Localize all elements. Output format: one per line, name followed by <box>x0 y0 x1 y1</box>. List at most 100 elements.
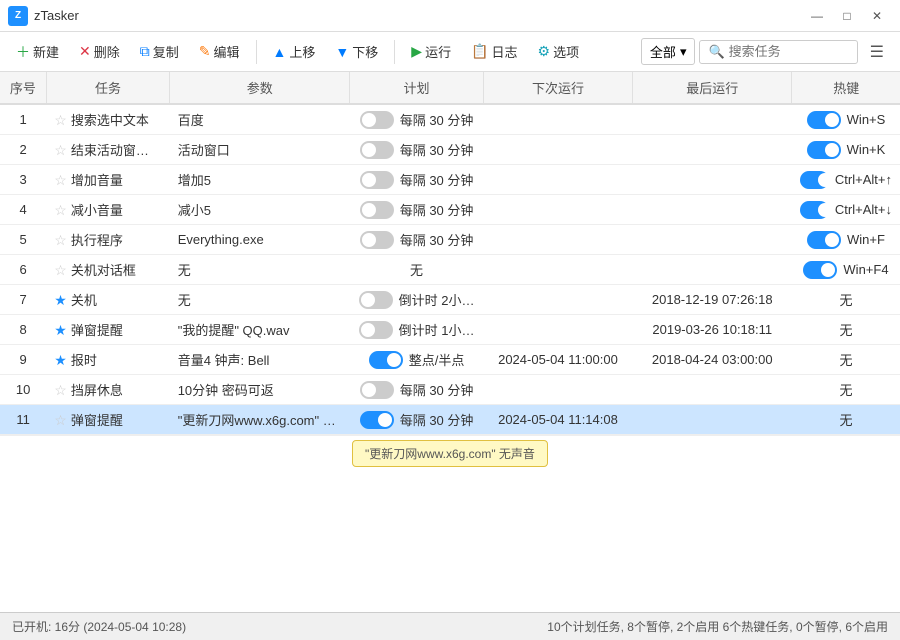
schedule-toggle[interactable] <box>359 291 393 309</box>
run-button[interactable]: ▶ 运行 <box>403 38 459 65</box>
star-icon[interactable]: ☆ <box>54 112 67 128</box>
schedule-text: 每隔 30 分钟 <box>400 200 474 219</box>
schedule-toggle[interactable] <box>360 381 394 399</box>
table-header-row: 序号 任务 参数 计划 下次运行 最后运行 热键 <box>0 72 900 104</box>
table-row[interactable]: 5☆执行程序Everything.exe每隔 30 分钟Win+F <box>0 225 900 255</box>
cell-param: 10分钟 密码可返 <box>170 375 350 405</box>
task-name-text: 减小音量 <box>71 203 123 218</box>
cell-nextrun <box>483 165 632 195</box>
cell-num: 6 <box>0 255 46 285</box>
star-icon[interactable]: ☆ <box>54 172 67 188</box>
filter-dropdown[interactable]: 全部 ▾ <box>641 38 696 65</box>
table-row[interactable]: 2☆结束活动窗…活动窗口每隔 30 分钟Win+K <box>0 135 900 165</box>
app-title: zTasker <box>34 8 802 23</box>
hotkey-toggle[interactable] <box>807 111 841 129</box>
table-row[interactable]: 7★关机无倒计时 2小…2018-12-19 07:26:18无 <box>0 285 900 315</box>
task-name-text: 报时 <box>71 353 97 368</box>
cell-param: 活动窗口 <box>170 135 350 165</box>
table-row[interactable]: 9★报时音量4 钟声: Bell整点/半点2024-05-04 11:00:00… <box>0 345 900 375</box>
cell-nextrun: 2024-05-04 11:14:08 <box>483 405 632 435</box>
app-icon: Z <box>8 6 28 26</box>
toolbar: ＋ 新建 ✕ 删除 ⧉ 复制 ✎ 编辑 ▲ 上移 ▼ 下移 ▶ 运行 📋 日志 … <box>0 32 900 72</box>
close-button[interactable]: ✕ <box>862 2 892 30</box>
cell-lastrun <box>633 405 792 435</box>
star-icon[interactable]: ☆ <box>54 262 67 278</box>
up-button[interactable]: ▲ 上移 <box>265 38 324 65</box>
table-row[interactable]: 6☆关机对话框无无Win+F4 <box>0 255 900 285</box>
search-input[interactable] <box>729 44 849 59</box>
log-button[interactable]: 📋 日志 <box>463 38 525 65</box>
edit-button[interactable]: ✎ 编辑 <box>191 38 248 65</box>
star-icon[interactable]: ☆ <box>54 142 67 158</box>
list-view-button[interactable]: ☰ <box>862 38 892 66</box>
cell-num: 3 <box>0 165 46 195</box>
gear-icon: ⚙ <box>538 43 551 60</box>
cell-hotkey: 无 <box>792 375 900 405</box>
schedule-toggle[interactable] <box>360 111 394 129</box>
task-name-text: 关机对话框 <box>71 263 136 278</box>
cell-hotkey: Win+F4 <box>792 255 900 285</box>
copy-button[interactable]: ⧉ 复制 <box>132 38 187 65</box>
table-row[interactable]: 1☆搜索选中文本百度每隔 30 分钟Win+S <box>0 104 900 135</box>
hotkey-toggle[interactable] <box>800 201 829 219</box>
cell-schedule: 每隔 30 分钟 <box>350 135 484 165</box>
hotkey-text: Ctrl+Alt+↑ <box>835 172 892 187</box>
table-row[interactable]: 10☆挡屏休息10分钟 密码可返每隔 30 分钟无 <box>0 375 900 405</box>
schedule-toggle[interactable] <box>369 351 403 369</box>
star-icon[interactable]: ★ <box>54 322 67 338</box>
hotkey-toggle[interactable] <box>807 231 841 249</box>
maximize-button[interactable]: □ <box>832 2 862 30</box>
schedule-toggle[interactable] <box>360 201 394 219</box>
schedule-toggle[interactable] <box>360 171 394 189</box>
hotkey-toggle[interactable] <box>807 141 841 159</box>
schedule-text: 无 <box>410 260 423 279</box>
edit-icon: ✎ <box>199 43 211 60</box>
star-icon[interactable]: ☆ <box>54 202 67 218</box>
schedule-toggle[interactable] <box>360 231 394 249</box>
table-row[interactable]: 3☆增加音量增加5每隔 30 分钟Ctrl+Alt+↑ <box>0 165 900 195</box>
minimize-button[interactable]: — <box>802 2 832 30</box>
cell-nextrun <box>483 195 632 225</box>
task-name-text: 关机 <box>71 293 97 308</box>
hotkey-toggle[interactable] <box>800 171 829 189</box>
cell-hotkey: 无 <box>792 285 900 315</box>
hotkey-text: Win+F <box>847 232 885 247</box>
options-button[interactable]: ⚙ 选项 <box>530 38 588 65</box>
star-icon[interactable]: ☆ <box>54 232 67 248</box>
cell-task: ★ 报时 <box>46 345 169 375</box>
table-body: 1☆搜索选中文本百度每隔 30 分钟Win+S2☆结束活动窗…活动窗口每隔 30… <box>0 104 900 435</box>
hotkey-toggle[interactable] <box>803 261 837 279</box>
schedule-toggle[interactable] <box>360 141 394 159</box>
window-controls: — □ ✕ <box>802 2 892 30</box>
cell-lastrun <box>633 225 792 255</box>
cell-schedule: 倒计时 1小… <box>350 315 484 345</box>
cell-param: "我的提醒" QQ.wav <box>170 315 350 345</box>
new-button[interactable]: ＋ 新建 <box>8 38 67 66</box>
cell-hotkey: 无 <box>792 345 900 375</box>
cell-lastrun: 2018-12-19 07:26:18 <box>633 285 792 315</box>
table-row[interactable]: 11☆弹窗提醒"更新刀网www.x6g.com" 无…每隔 30 分钟2024-… <box>0 405 900 435</box>
star-icon[interactable]: ☆ <box>54 382 67 398</box>
star-icon[interactable]: ★ <box>54 292 67 308</box>
task-name-text: 弹窗提醒 <box>71 413 123 428</box>
task-name-text: 弹窗提醒 <box>71 323 123 338</box>
schedule-text: 每隔 30 分钟 <box>400 380 474 399</box>
table-row[interactable]: 8★弹窗提醒"我的提醒" QQ.wav倒计时 1小…2019-03-26 10:… <box>0 315 900 345</box>
cell-param: Everything.exe <box>170 225 350 255</box>
cell-task: ☆ 关机对话框 <box>46 255 169 285</box>
header-num: 序号 <box>0 72 46 104</box>
header-nextrun: 下次运行 <box>483 72 632 104</box>
hotkey-text: Win+F4 <box>843 262 888 277</box>
delete-button[interactable]: ✕ 删除 <box>71 38 128 65</box>
down-button[interactable]: ▼ 下移 <box>327 38 386 65</box>
cell-lastrun <box>633 375 792 405</box>
schedule-toggle[interactable] <box>360 411 394 429</box>
cell-task: ★ 弹窗提醒 <box>46 315 169 345</box>
cell-schedule: 每隔 30 分钟 <box>350 225 484 255</box>
schedule-toggle[interactable] <box>359 321 393 339</box>
star-icon[interactable]: ☆ <box>54 412 67 428</box>
cell-param: 减小5 <box>170 195 350 225</box>
schedule-text: 每隔 30 分钟 <box>400 170 474 189</box>
table-row[interactable]: 4☆减小音量减小5每隔 30 分钟Ctrl+Alt+↓ <box>0 195 900 225</box>
star-icon[interactable]: ★ <box>54 352 67 368</box>
